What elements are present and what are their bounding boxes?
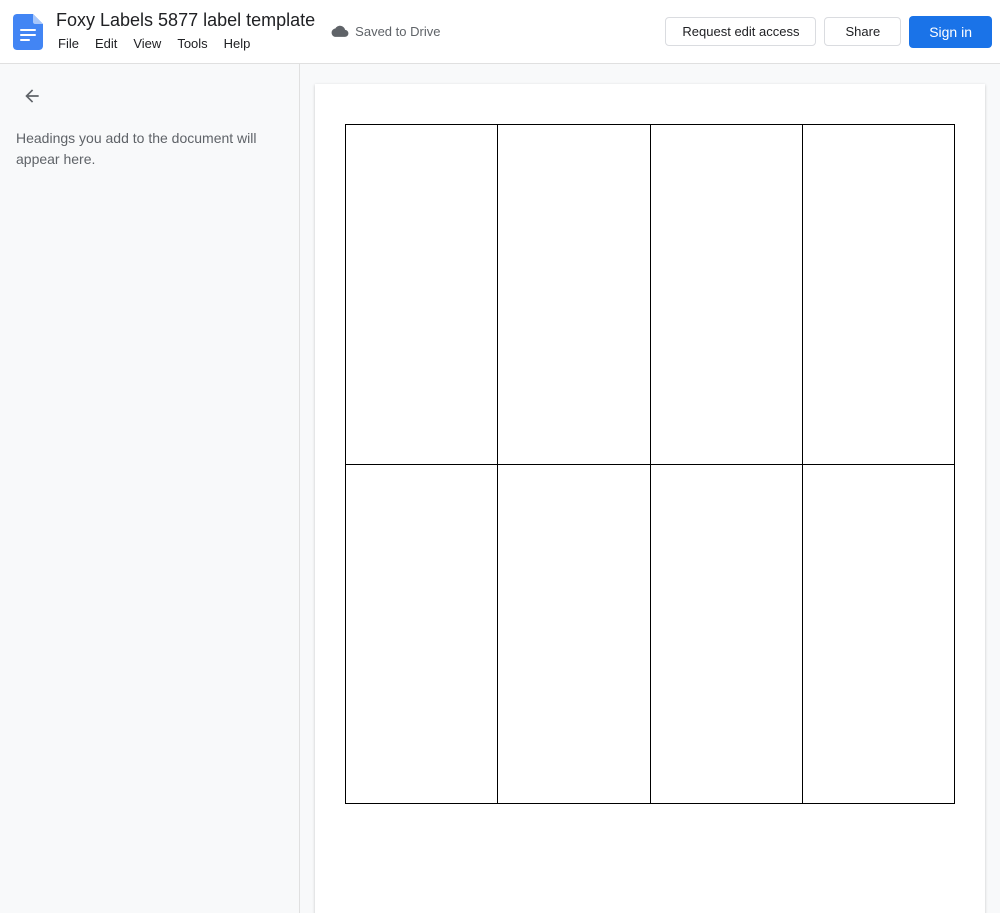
label-cell-2 (498, 125, 650, 465)
label-grid (345, 124, 955, 804)
label-cell-3 (651, 125, 803, 465)
doc-app-icon[interactable] (8, 12, 48, 52)
sidebar-hint: Headings you add to the document will ap… (16, 128, 283, 170)
sidebar: Headings you add to the document will ap… (0, 64, 300, 913)
request-edit-button[interactable]: Request edit access (665, 17, 816, 46)
cloud-save-icon (331, 25, 349, 39)
label-cell-4 (803, 125, 955, 465)
header-left: Foxy Labels 5877 label template File Edi… (8, 10, 665, 53)
header: Foxy Labels 5877 label template File Edi… (0, 0, 1000, 64)
menu-tools[interactable]: Tools (169, 34, 215, 53)
label-cell-1 (346, 125, 498, 465)
label-cell-8 (803, 465, 955, 805)
menu-bar: File Edit View Tools Help (56, 34, 315, 53)
menu-file[interactable]: File (56, 34, 87, 53)
share-button[interactable]: Share (824, 17, 901, 46)
document-page (315, 84, 985, 913)
main-layout: Headings you add to the document will ap… (0, 64, 1000, 913)
saved-status-text: Saved to Drive (355, 24, 440, 39)
menu-view[interactable]: View (125, 34, 169, 53)
back-button[interactable] (16, 80, 48, 112)
label-cell-7 (651, 465, 803, 805)
doc-title[interactable]: Foxy Labels 5877 label template (56, 10, 315, 32)
label-cell-5 (346, 465, 498, 805)
signin-button[interactable]: Sign in (909, 16, 992, 48)
label-cell-6 (498, 465, 650, 805)
menu-help[interactable]: Help (216, 34, 259, 53)
menu-edit[interactable]: Edit (87, 34, 125, 53)
header-right: Request edit access Share Sign in (665, 16, 992, 48)
document-area[interactable] (300, 64, 1000, 913)
title-area: Foxy Labels 5877 label template File Edi… (56, 10, 315, 53)
saved-status: Saved to Drive (331, 24, 440, 39)
